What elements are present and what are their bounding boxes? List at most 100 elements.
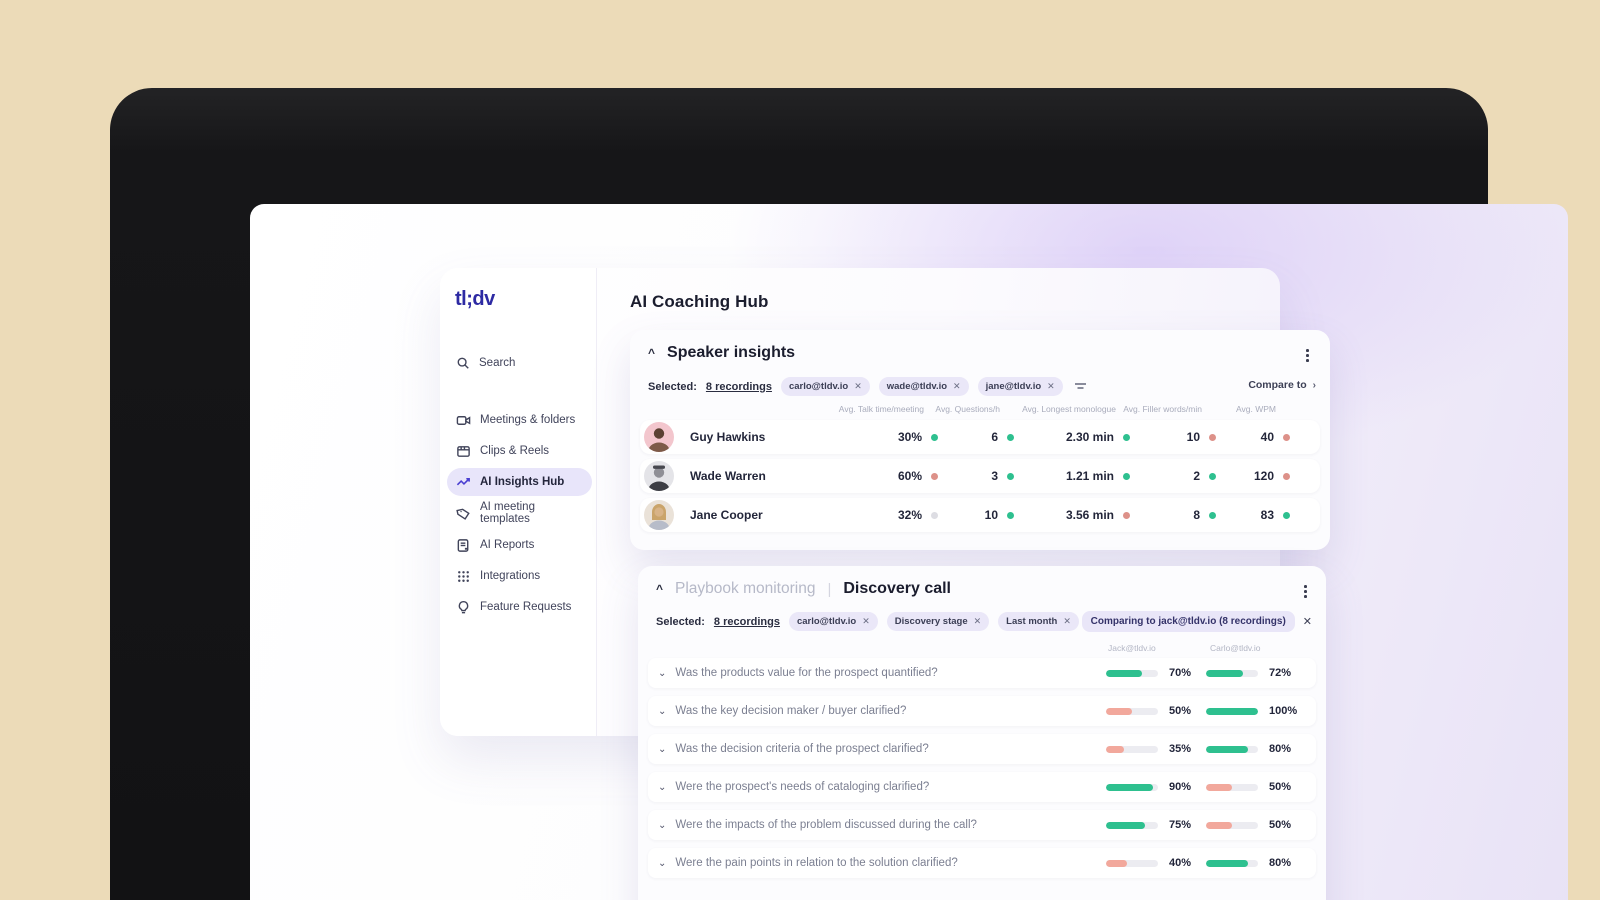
score-percent: 75%	[1169, 819, 1192, 831]
sidebar-item-label: Meetings & folders	[480, 414, 576, 426]
sidebar-item-ai-meeting-templates[interactable]: AI meeting templates	[447, 499, 592, 527]
chip-label: jane@tldv.io	[985, 381, 1042, 392]
compare-column-label: Carlo@tldv.io	[1210, 643, 1261, 653]
status-dot	[1007, 433, 1014, 441]
score-bar-fill	[1206, 859, 1248, 867]
score-bar-fill	[1106, 669, 1143, 677]
sidebar-item-integrations[interactable]: Integrations	[447, 562, 592, 590]
score-percent: 40%	[1169, 857, 1192, 869]
score-bar-fill	[1206, 707, 1258, 715]
chip-label: carlo@tldv.io	[788, 381, 849, 392]
kebab-menu-icon[interactable]	[1301, 582, 1310, 601]
score-bar-fill	[1106, 707, 1132, 715]
chip-label: wade@tldv.io	[886, 381, 948, 392]
selected-label: Selected:	[648, 380, 697, 393]
kebab-menu-icon[interactable]	[1303, 346, 1312, 365]
collapse-chevron-icon[interactable]: ^	[648, 347, 655, 359]
question-row[interactable]: ⌄ Was the decision criteria of the prosp…	[648, 734, 1316, 764]
status-dot	[931, 511, 938, 519]
sidebar-item-ai-reports[interactable]: AI Reports	[447, 531, 592, 559]
chip-close-icon[interactable]: ✕	[854, 381, 862, 392]
score-percent: 80%	[1269, 857, 1292, 869]
status-dot	[1283, 472, 1290, 480]
status-dot	[1283, 511, 1290, 519]
filter-chip[interactable]: Last month ✕	[998, 612, 1079, 631]
question-row[interactable]: ⌄ Was the key decision maker / buyer cla…	[648, 696, 1316, 726]
score-bar-track	[1206, 669, 1258, 677]
search-label: Search	[479, 357, 516, 369]
table-row[interactable]: Guy Hawkins 30% 6 2.30 min 10 40	[640, 420, 1320, 454]
table-row[interactable]: Wade Warren 60% 3 1.21 min 2 120	[640, 459, 1320, 493]
title-separator: |	[827, 580, 832, 598]
chevron-down-icon[interactable]: ⌄	[658, 706, 666, 717]
filter-icon[interactable]	[1074, 381, 1087, 392]
selected-recordings-link[interactable]: 8 recordings	[706, 381, 772, 393]
comparing-close-icon[interactable]: ✕	[1303, 615, 1312, 628]
metric-value: 10	[984, 508, 998, 522]
score-percent: 80%	[1269, 743, 1292, 755]
chip-close-icon[interactable]: ✕	[862, 616, 870, 627]
chip-label: carlo@tldv.io	[796, 616, 857, 627]
metric-value: 6	[991, 430, 998, 444]
column-header: Avg. Questions/h	[935, 404, 1000, 414]
collapse-chevron-icon[interactable]: ^	[656, 583, 663, 595]
metric-value: 40	[1260, 430, 1274, 444]
selected-recordings-link[interactable]: 8 recordings	[714, 616, 780, 628]
sidebar-item-meetings[interactable]: Meetings & folders	[447, 406, 592, 434]
question-row[interactable]: ⌄ Were the prospect's needs of catalogin…	[648, 772, 1316, 802]
chevron-down-icon[interactable]: ⌄	[658, 744, 666, 755]
avatar	[644, 422, 674, 452]
search-button[interactable]: Search	[447, 349, 592, 377]
filter-chip[interactable]: Discovery stage ✕	[886, 612, 990, 631]
score-percent: 70%	[1169, 667, 1192, 679]
filter-chip[interactable]: carlo@tldv.io ✕	[780, 377, 870, 396]
metric-value: 3.56 min	[1065, 508, 1114, 522]
status-dot	[1209, 433, 1216, 441]
table-row[interactable]: Jane Cooper 32% 10 3.56 min 8 83	[640, 498, 1320, 532]
comparing-chip[interactable]: Comparing to jack@tldv.io (8 recordings)…	[1081, 611, 1312, 632]
question-text: Was the decision criteria of the prospec…	[675, 743, 929, 755]
chip-close-icon[interactable]: ✕	[1063, 616, 1071, 627]
template-tag-icon	[456, 508, 470, 520]
filter-chip[interactable]: jane@tldv.io ✕	[977, 377, 1063, 396]
chevron-down-icon[interactable]: ⌄	[658, 782, 666, 793]
chip-close-icon[interactable]: ✕	[974, 616, 982, 627]
laptop-frame: tl;dv Search Meetings & folders Clips & …	[110, 88, 1568, 900]
chip-close-icon[interactable]: ✕	[1047, 381, 1055, 392]
desktop-background: tl;dv Search Meetings & folders Clips & …	[0, 0, 1600, 900]
sidebar-item-ai-insights-hub[interactable]: AI Insights Hub	[447, 468, 592, 496]
chip-close-icon[interactable]: ✕	[953, 381, 961, 392]
score-bar-track	[1106, 707, 1158, 715]
speaker-table-header: Avg. Talk time/meeting Avg. Questions/h …	[644, 404, 1316, 414]
speaker-name: Jane Cooper	[690, 508, 763, 522]
filter-chip[interactable]: carlo@tldv.io ✕	[788, 612, 878, 631]
score-bar-fill	[1106, 821, 1145, 829]
question-text: Were the prospect's needs of cataloging …	[675, 781, 930, 793]
status-dot	[931, 433, 938, 441]
question-list: ⌄ Was the products value for the prospec…	[648, 658, 1316, 886]
score-bar-track	[1106, 745, 1158, 753]
filter-chip[interactable]: wade@tldv.io ✕	[878, 377, 969, 396]
chevron-down-icon[interactable]: ⌄	[658, 858, 666, 869]
chevron-down-icon[interactable]: ⌄	[658, 820, 666, 831]
metric-value: 10	[1186, 430, 1200, 444]
question-row[interactable]: ⌄ Was the products value for the prospec…	[648, 658, 1316, 688]
score-percent: 50%	[1169, 705, 1192, 717]
status-dot	[1123, 511, 1130, 519]
status-dot	[1209, 511, 1216, 519]
status-dot	[1283, 433, 1290, 441]
sidebar-item-feature-requests[interactable]: Feature Requests	[447, 593, 592, 621]
question-row[interactable]: ⌄ Were the impacts of the problem discus…	[648, 810, 1316, 840]
status-dot	[1007, 472, 1014, 480]
column-header: Avg. Longest monologue	[1022, 404, 1116, 414]
score-bar-fill	[1206, 669, 1244, 677]
sidebar-item-clips[interactable]: Clips & Reels	[447, 437, 592, 465]
question-row[interactable]: ⌄ Were the pain points in relation to th…	[648, 848, 1316, 878]
compare-to-button[interactable]: Compare to ›	[1248, 379, 1316, 391]
lightbulb-icon	[458, 600, 469, 613]
score-bar-track	[1106, 669, 1158, 677]
metric-value: 120	[1253, 469, 1274, 483]
chevron-down-icon[interactable]: ⌄	[658, 668, 666, 679]
score-percent: 50%	[1269, 781, 1292, 793]
grid-dots-icon	[458, 570, 469, 582]
